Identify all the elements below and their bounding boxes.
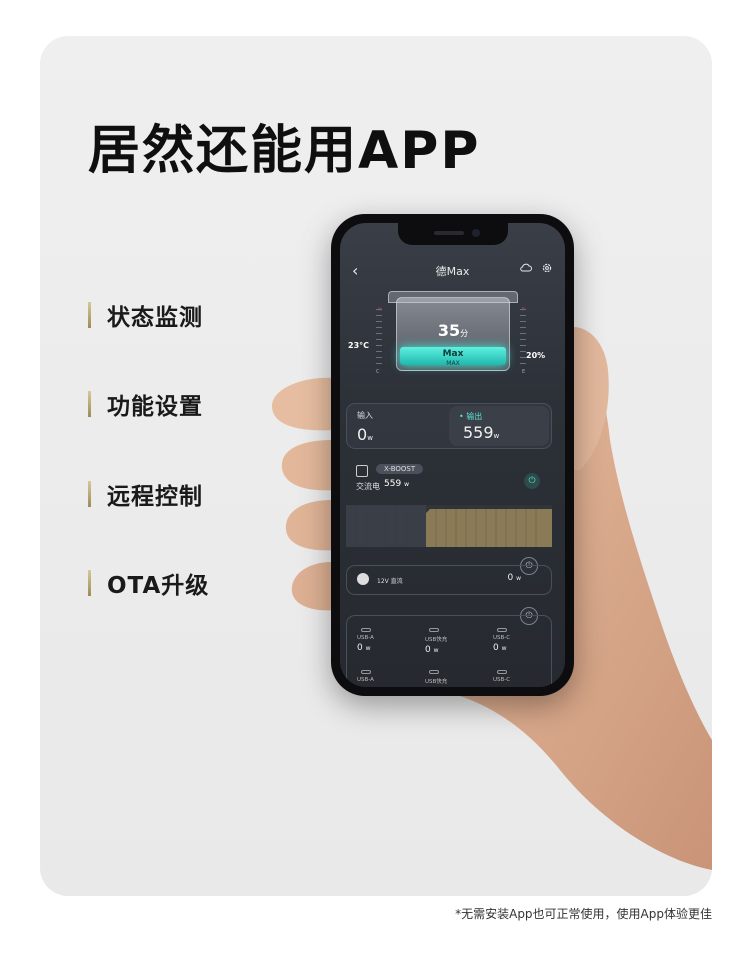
io-summary-panel: 输入 0w • 输出 559w — [346, 403, 552, 449]
remaining-time: 35分 — [388, 321, 518, 340]
ac-label: 交流电 — [356, 482, 380, 491]
usb-fast-charge-icon — [429, 628, 439, 632]
feature-bullet — [88, 570, 91, 596]
gear-icon[interactable] — [541, 262, 553, 274]
battery-gauge — [520, 309, 526, 379]
device-model-label: MAX — [446, 360, 460, 367]
feature-settings: 功能设置 — [88, 387, 203, 421]
smartphone: ‹ 德Max H C F E 23°C 20% 35分 Max MAX 输入 0… — [331, 214, 574, 696]
input-power: 输入 0w — [357, 410, 373, 444]
front-camera — [472, 229, 480, 237]
output-label: • 输出 — [459, 412, 483, 421]
output-power: • 输出 559w — [449, 406, 549, 446]
phone-notch — [398, 223, 508, 245]
power-station-graphic: 35分 Max MAX — [388, 291, 518, 377]
usb-port: USB-C — [493, 670, 553, 683]
footnote: *无需安装App也可正常使用，使用App体验更佳 — [455, 907, 712, 921]
device-model-name: Max — [442, 349, 464, 359]
ac-power-toggle[interactable]: ⏻ — [524, 473, 540, 489]
usb-a-icon — [361, 670, 371, 674]
cloud-sync-icon[interactable] — [519, 262, 533, 274]
dc-label: 12V 直流 — [377, 578, 403, 585]
app-topbar: ‹ 德Max — [340, 259, 565, 283]
dc-output-panel: 12V 直流 0 w — [346, 565, 552, 595]
ac-outlet-icon — [356, 465, 368, 477]
app-screen: ‹ 德Max H C F E 23°C 20% 35分 Max MAX 输入 0… — [340, 223, 565, 687]
ac-output-row: X-BOOST 交流电 559 w — [356, 464, 552, 495]
feature-label: OTA升级 — [107, 573, 210, 599]
feature-label: 远程控制 — [107, 484, 203, 510]
feature-label: 状态监测 — [107, 305, 203, 331]
speaker-grille — [434, 231, 464, 235]
feature-remote-control: 远程控制 — [88, 477, 203, 511]
temperature-readout: 23°C — [348, 341, 370, 350]
headline: 居然还能用APP — [88, 121, 481, 181]
usb-a-icon — [361, 628, 371, 632]
usb-port: USB-C 0 w — [493, 628, 553, 653]
dc-value: 0 w — [507, 573, 521, 583]
feature-status-monitor: 状态监测 — [88, 298, 203, 332]
input-value: 0w — [357, 425, 373, 444]
feature-bullet — [88, 481, 91, 507]
xboost-badge[interactable]: X-BOOST — [376, 464, 424, 474]
usb-port: USB快充 0 w — [425, 628, 485, 655]
usb-port: USB-A 0 w — [357, 628, 417, 653]
usb-c-icon — [497, 670, 507, 674]
usb-port: USB-A — [357, 670, 417, 683]
car-outlet-icon — [357, 573, 369, 585]
feature-bullet — [88, 302, 91, 328]
temperature-gauge — [376, 309, 382, 379]
feature-bullet — [88, 391, 91, 417]
feature-ota-upgrade: OTA升级 — [88, 566, 209, 600]
usb-port: USB快充 — [425, 670, 485, 685]
ac-value: 559 w — [384, 479, 409, 489]
remaining-time-unit: 分 — [460, 329, 469, 338]
usb-fast-charge-icon — [429, 670, 439, 674]
input-label: 输入 — [357, 411, 373, 420]
usb-c-icon — [497, 628, 507, 632]
remaining-time-value: 35 — [437, 321, 461, 340]
ac-output-chart — [346, 505, 552, 547]
feature-label: 功能设置 — [107, 394, 203, 420]
battery-percent: 20% — [526, 351, 546, 360]
output-value: 559w — [463, 423, 500, 442]
usb-output-panel: USB-A 0 w USB快充 0 w USB-C 0 w USB-A USB快… — [346, 615, 552, 687]
